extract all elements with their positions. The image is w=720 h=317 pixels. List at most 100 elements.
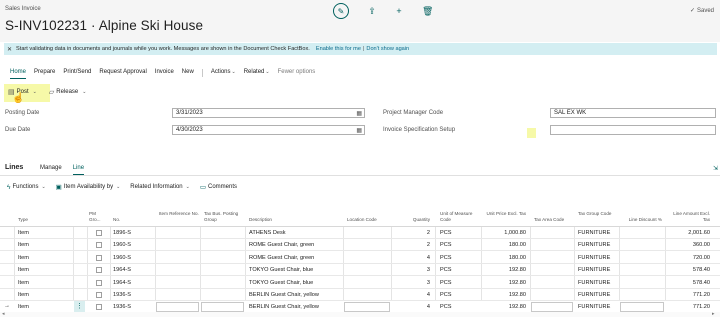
- editable-cell[interactable]: [620, 302, 664, 313]
- table-row[interactable]: Item 1936-S BERLIN Guest Chair, yellow 4 PCS…: [0, 289, 720, 301]
- cell-unit-price: 192.80: [508, 304, 526, 311]
- row-menu-icon[interactable]: ⋮: [74, 301, 85, 313]
- lines-tab-manage[interactable]: Manage: [40, 165, 62, 171]
- pm-group-checkbox[interactable]: [96, 304, 102, 311]
- col-tax-area-code[interactable]: Tax Area Code: [534, 217, 564, 223]
- due-date-input[interactable]: 4/30/2023 ▦: [172, 125, 365, 135]
- editable-cell[interactable]: [201, 302, 244, 313]
- pm-group-checkbox[interactable]: [96, 279, 102, 286]
- tab-actions[interactable]: Actions⌄: [211, 69, 236, 77]
- cell-type[interactable]: Item: [18, 255, 29, 261]
- tab-home[interactable]: Home: [10, 69, 27, 79]
- scroll-left-icon[interactable]: ◂: [2, 311, 5, 317]
- col-no[interactable]: No.: [113, 217, 120, 223]
- cell-quantity: 4: [426, 292, 430, 298]
- related-information-button[interactable]: Related Information ⌄: [130, 184, 190, 190]
- comments-button[interactable]: ▭ Comments: [200, 183, 237, 191]
- share-icon[interactable]: ⇪: [368, 6, 376, 17]
- pm-group-checkbox[interactable]: [96, 267, 102, 274]
- cell-description[interactable]: BERLIN Guest Chair, yellow: [249, 292, 319, 298]
- cell-no[interactable]: 1936-S: [113, 292, 131, 298]
- tab-related[interactable]: Related⌄: [244, 69, 270, 77]
- edit-button[interactable]: ✎: [333, 3, 349, 19]
- delete-icon[interactable]: 🗑: [422, 6, 433, 17]
- horizontal-scrollbar[interactable]: [0, 312, 720, 317]
- posting-date-input[interactable]: 3/31/2023 ▦: [172, 108, 365, 118]
- fewer-options-button[interactable]: Fewer options: [278, 69, 316, 77]
- cell-description[interactable]: TOKYO Guest Chair, blue: [249, 267, 313, 273]
- tab-new[interactable]: New: [182, 69, 194, 77]
- pm-group-checkbox[interactable]: [96, 292, 102, 298]
- cell-type[interactable]: Item: [18, 230, 29, 236]
- table-row[interactable]: Item 1964-S TOKYO Guest Chair, blue 3 PCS 192…: [0, 264, 720, 277]
- release-button[interactable]: ▱ Release ⌄: [49, 88, 87, 96]
- tab-invoice[interactable]: Invoice: [155, 69, 174, 77]
- col-type[interactable]: Type: [18, 217, 28, 223]
- cell-type[interactable]: Item: [18, 267, 29, 273]
- scroll-right-icon[interactable]: ▸: [712, 311, 715, 317]
- col-item-reference[interactable]: Item Reference No.: [159, 211, 199, 217]
- editable-cell[interactable]: [344, 302, 390, 313]
- cell-unit-price: 180.00: [508, 254, 526, 261]
- cell-no[interactable]: 1964-S: [113, 267, 131, 273]
- chevron-down-icon[interactable]: ⌄: [82, 89, 86, 95]
- cell-type[interactable]: Item: [18, 304, 29, 310]
- col-quantity[interactable]: Quantity: [395, 217, 430, 223]
- close-icon[interactable]: ✕: [7, 46, 12, 53]
- cell-quantity: 3: [426, 267, 430, 274]
- header-actions: ✎ ⇪ + 🗑: [333, 3, 433, 19]
- cell-description[interactable]: TOKYO Guest Chair, blue: [249, 280, 313, 286]
- cell-type[interactable]: Item: [18, 280, 29, 286]
- cell-no[interactable]: 1960-S: [113, 255, 131, 261]
- enable-link[interactable]: Enable this for me: [316, 46, 361, 52]
- pm-group-checkbox[interactable]: [96, 230, 102, 236]
- cell-type[interactable]: Item: [18, 292, 29, 298]
- col-tax-bus-posting-group[interactable]: Tax Bus. Posting Group: [204, 211, 244, 222]
- functions-button[interactable]: ϟ Functions ⌄: [7, 184, 46, 191]
- invoice-spec-label: Invoice Specification Setup: [383, 127, 456, 133]
- cell-tax-group: FURNITURE: [578, 304, 611, 311]
- cell-description[interactable]: ATHENS Desk: [249, 230, 286, 236]
- check-icon: ✓: [689, 8, 695, 14]
- editable-cell[interactable]: [156, 302, 199, 313]
- table-row[interactable]: Item 1964-S TOKYO Guest Chair, blue 3 PCS 192…: [0, 277, 720, 289]
- item-availability-button[interactable]: ▣ Item Availability by ⌄: [56, 183, 121, 191]
- cell-no[interactable]: 1936-S: [113, 304, 131, 310]
- calendar-icon[interactable]: ▦: [356, 110, 362, 118]
- chevron-down-icon[interactable]: ⌄: [33, 89, 37, 95]
- table-row[interactable]: Item 1960-S ROME Guest Chair, green 4 PCS 180…: [0, 252, 720, 264]
- new-icon[interactable]: +: [395, 6, 403, 16]
- dont-show-link[interactable]: Don't show again: [366, 46, 409, 52]
- tab-prepare[interactable]: Prepare: [34, 69, 55, 77]
- col-unit-of-measure[interactable]: Unit of Measure Code: [440, 211, 480, 222]
- tab-print-send[interactable]: Print/Send: [63, 69, 91, 77]
- col-line-amount[interactable]: Line Amount Excl. Tax: [668, 211, 710, 222]
- pm-group-checkbox[interactable]: [96, 242, 102, 249]
- calendar-icon[interactable]: ▦: [356, 127, 362, 135]
- col-location-code[interactable]: Location Code: [347, 217, 377, 223]
- col-line-discount[interactable]: Line Discount %: [617, 217, 662, 223]
- notification-bar: ✕ Start validating data in documents and…: [4, 43, 717, 55]
- col-pm-group[interactable]: PM Gro...: [89, 211, 101, 222]
- table-row[interactable]: Item 1960-S ROME Guest Chair, green 2 PCS 180…: [0, 239, 720, 252]
- editable-cell[interactable]: [531, 302, 573, 313]
- lines-tab-line[interactable]: Line: [72, 165, 85, 175]
- table-row[interactable]: Item 1896-S ATHENS Desk 2 PCS 1,000.80 FURNITU…: [0, 227, 720, 239]
- col-tax-group-code[interactable]: Tax Group Code: [578, 211, 612, 217]
- cell-type[interactable]: Item: [18, 242, 29, 248]
- col-unit-price[interactable]: Unit Price Excl. Tax: [484, 211, 526, 217]
- chevron-down-icon: ⌄: [265, 69, 270, 75]
- col-description[interactable]: Description: [249, 217, 272, 223]
- cell-no[interactable]: 1960-S: [113, 242, 131, 248]
- cell-description[interactable]: ROME Guest Chair, green: [249, 242, 314, 248]
- pm-group-checkbox[interactable]: [96, 254, 102, 261]
- project-manager-input[interactable]: SAL EX WK: [550, 108, 716, 118]
- cell-unit-price: 192.80: [508, 279, 526, 286]
- invoice-spec-input[interactable]: [550, 125, 716, 135]
- cell-description[interactable]: ROME Guest Chair, green: [249, 255, 314, 261]
- cell-no[interactable]: 1964-S: [113, 280, 131, 286]
- tab-request-approval[interactable]: Request Approval: [99, 69, 146, 77]
- expand-icon[interactable]: ⇲: [713, 165, 718, 172]
- cell-description[interactable]: BERLIN Guest Chair, yellow: [249, 304, 319, 310]
- cell-no[interactable]: 1896-S: [113, 230, 131, 236]
